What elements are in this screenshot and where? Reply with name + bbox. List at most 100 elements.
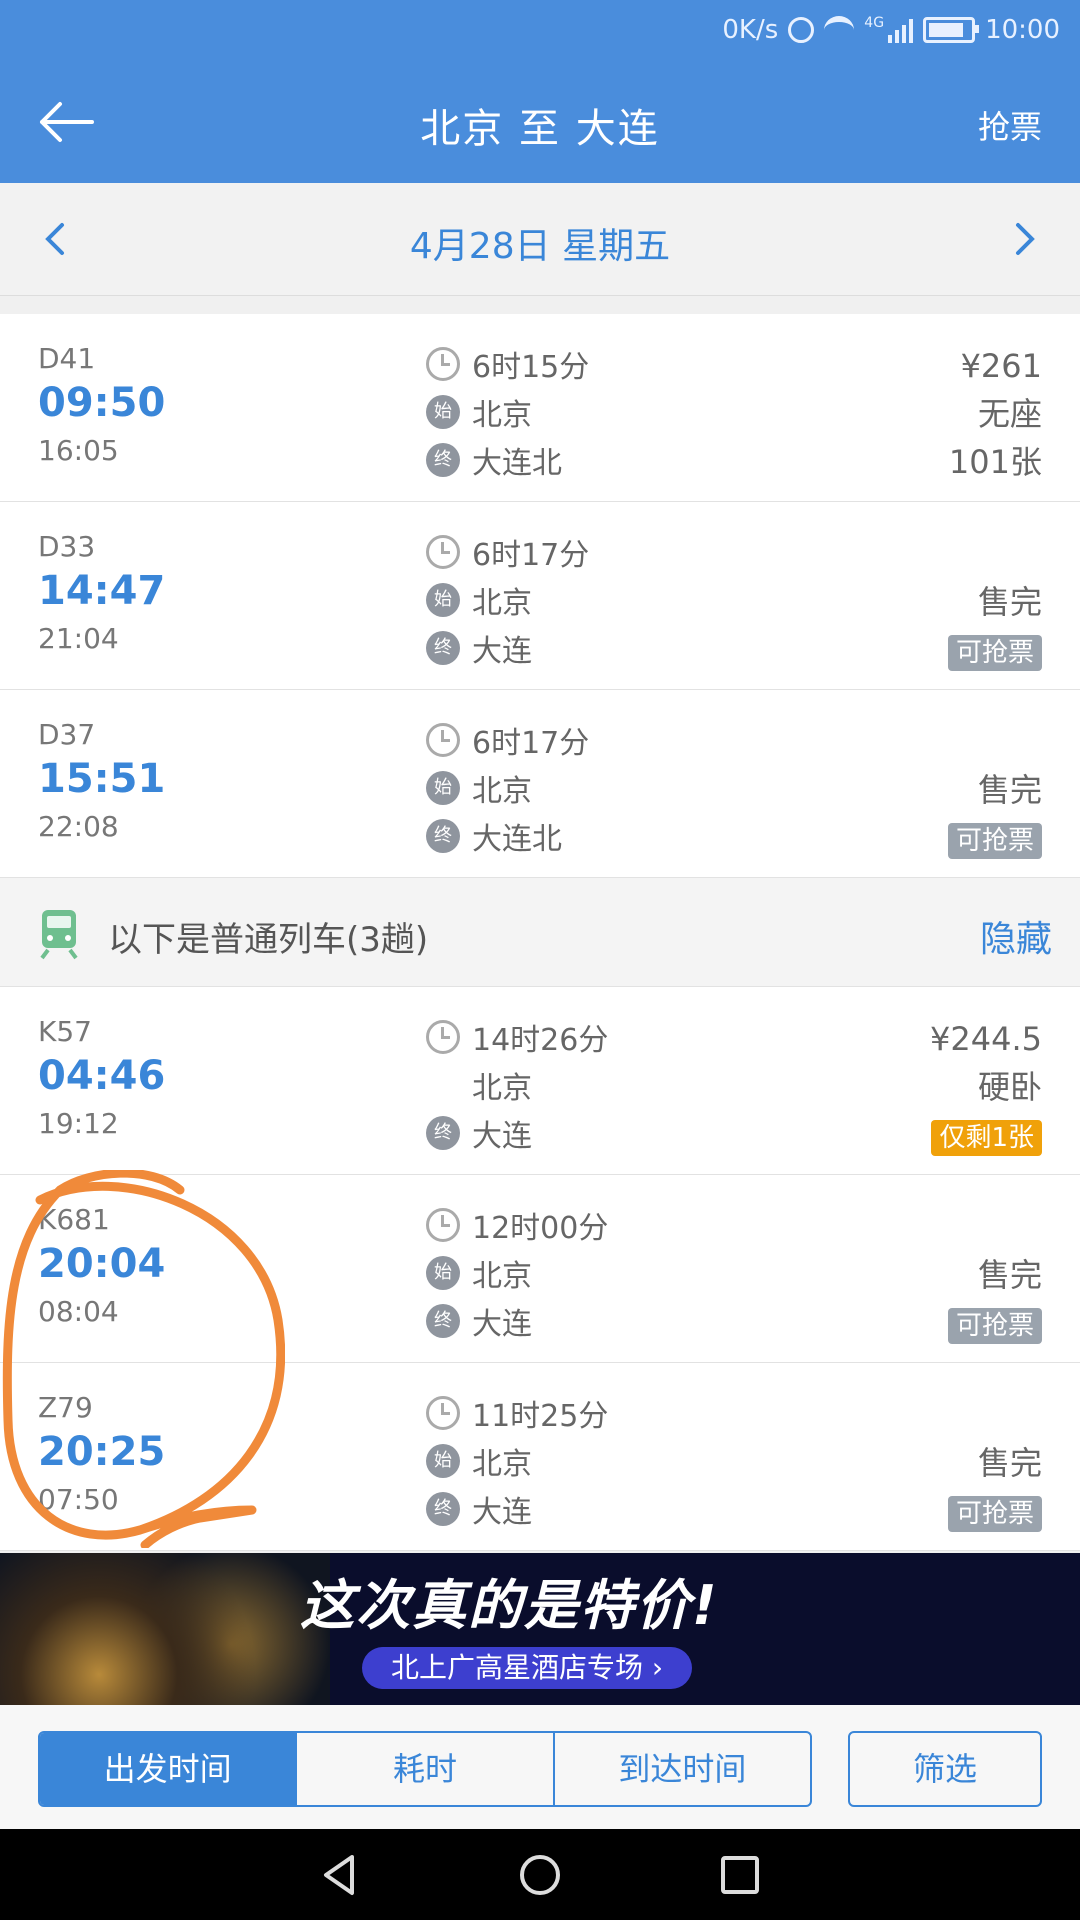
train-number: D37: [38, 718, 96, 751]
selected-date[interactable]: 4月28日 星期五: [0, 217, 1080, 269]
start-station-icon: 始: [426, 1444, 460, 1478]
train-list: D41 09:50 16:05 6时15分 始北京 终大连北 ¥261 无座 1…: [0, 314, 1080, 1551]
train-row[interactable]: K681 20:04 08:04 12时00分 始北京 终大连 售完 可抢票: [0, 1175, 1080, 1363]
sort-arrive-time-tab[interactable]: 到达时间: [555, 1733, 810, 1805]
seat-type: 无座: [977, 395, 1042, 433]
from-station: 北京: [472, 1259, 532, 1294]
depart-time: 04:46: [38, 1053, 166, 1099]
promo-subtitle-button[interactable]: 北上广高星酒店专场 ›: [362, 1647, 692, 1689]
from-station: 北京: [472, 1447, 532, 1482]
ticket-count: 101张: [948, 443, 1042, 481]
seat-type: 硬卧: [977, 1068, 1042, 1106]
grab-ticket-tag[interactable]: 可抢票: [947, 635, 1042, 671]
grab-ticket-tag[interactable]: 可抢票: [947, 1496, 1042, 1532]
regular-trains-header: 以下是普通列车(3趟) 隐藏: [0, 878, 1080, 987]
grab-ticket-tag[interactable]: 可抢票: [947, 1308, 1042, 1344]
seat-status: 售完: [977, 771, 1042, 809]
filter-button[interactable]: 筛选: [848, 1731, 1042, 1807]
from-station: 北京: [472, 586, 532, 621]
duration: 12时00分: [472, 1211, 609, 1246]
arrive-time: 21:04: [38, 622, 119, 655]
price: ¥244.5: [930, 1020, 1042, 1058]
train-number: K681: [38, 1203, 110, 1236]
duration: 6时17分: [472, 726, 590, 761]
train-row[interactable]: D37 15:51 22:08 6时17分 始北京 终大连北 售完 可抢票: [0, 690, 1080, 878]
train-number: D33: [38, 530, 96, 563]
regular-trains-label: 以下是普通列车(3趟): [108, 920, 429, 960]
train-number: K57: [38, 1015, 92, 1048]
date-bar: 4月28日 星期五: [0, 183, 1080, 296]
status-bar: 0K/s 4G 10:00: [722, 12, 1060, 48]
end-station-icon: 终: [426, 1116, 460, 1150]
train-number: D41: [38, 342, 96, 375]
net-speed: 0K/s: [722, 15, 779, 45]
start-station-icon: 始: [426, 1256, 460, 1290]
sort-duration-tab[interactable]: 耗时: [297, 1733, 555, 1805]
sort-segmented-control: 出发时间 耗时 到达时间: [38, 1731, 812, 1807]
train-icon: [40, 910, 78, 960]
wifi-icon: [824, 16, 855, 44]
clock-icon: [426, 723, 460, 757]
train-number: Z79: [38, 1391, 93, 1424]
duration: 6时17分: [472, 538, 590, 573]
back-triangle-icon[interactable]: [318, 1853, 362, 1897]
to-station: 大连: [472, 634, 532, 669]
train-row[interactable]: Z79 20:25 07:50 11时25分 始北京 终大连 售完 可抢票: [0, 1363, 1080, 1551]
remaining-tag: 仅剩1张: [931, 1120, 1042, 1156]
city-night-image: [0, 1553, 330, 1705]
start-station-icon: 始: [426, 583, 460, 617]
arrive-time: 07:50: [38, 1483, 119, 1516]
route-title: 北京 至 大连: [420, 106, 660, 152]
depart-time: 15:51: [38, 756, 166, 802]
alarm-icon: [788, 17, 815, 43]
depart-time: 09:50: [38, 380, 166, 426]
end-station-icon: 终: [426, 1304, 460, 1338]
end-station-icon: 终: [426, 443, 460, 477]
seat-status: 售完: [977, 1256, 1042, 1294]
arrive-time: 19:12: [38, 1107, 119, 1140]
home-circle-icon[interactable]: [518, 1853, 562, 1897]
seat-status: 售完: [977, 1444, 1042, 1482]
from-station: 北京: [472, 774, 532, 809]
promo-headline: 这次真的是特价!: [300, 1574, 719, 1637]
to-station: 大连北: [472, 446, 562, 481]
from-station: 北京: [472, 398, 532, 433]
price: ¥261: [960, 347, 1042, 385]
train-row[interactable]: D41 09:50 16:05 6时15分 始北京 终大连北 ¥261 无座 1…: [0, 314, 1080, 502]
to-station: 大连: [472, 1307, 532, 1342]
network-type: 4G: [864, 15, 885, 31]
duration: 6时15分: [472, 350, 590, 385]
clock-icon: [426, 1020, 460, 1054]
grab-ticket-button[interactable]: 抢票: [978, 102, 1042, 148]
from-station: 北京: [472, 1071, 532, 1106]
to-station: 大连: [472, 1119, 532, 1154]
app-header: 0K/s 4G 10:00 北京 至 大连 抢票: [0, 0, 1080, 183]
recents-square-icon[interactable]: [718, 1853, 762, 1897]
clock-icon: [426, 1396, 460, 1430]
depart-time: 14:47: [38, 568, 166, 614]
end-station-icon: 终: [426, 819, 460, 853]
grab-ticket-tag[interactable]: 可抢票: [947, 823, 1042, 859]
clock-icon: [426, 535, 460, 569]
train-row[interactable]: K57 04:46 19:12 14时26分 北京 终大连 ¥244.5 硬卧 …: [0, 987, 1080, 1175]
train-row[interactable]: D33 14:47 21:04 6时17分 始北京 终大连 售完 可抢票: [0, 502, 1080, 690]
system-nav-bar: [0, 1829, 1080, 1920]
promo-banner[interactable]: 这次真的是特价! 北上广高星酒店专场 ›: [0, 1553, 1080, 1705]
duration: 14时26分: [472, 1023, 609, 1058]
signal-icon: [888, 17, 914, 43]
duration: 11时25分: [472, 1399, 609, 1434]
battery-icon: [923, 17, 980, 43]
clock-icon: [426, 347, 460, 381]
seat-status: 售完: [977, 583, 1042, 621]
sort-bar: 出发时间 耗时 到达时间 筛选: [0, 1705, 1080, 1829]
arrive-time: 08:04: [38, 1295, 119, 1328]
depart-time: 20:25: [38, 1429, 166, 1475]
sort-depart-time-tab[interactable]: 出发时间: [40, 1733, 298, 1805]
clock-time: 10:00: [985, 15, 1060, 45]
hide-button[interactable]: 隐藏: [980, 910, 1052, 962]
to-station: 大连北: [472, 822, 562, 857]
depart-time: 20:04: [38, 1241, 166, 1287]
end-station-icon: 终: [426, 631, 460, 665]
next-day-chevron-icon[interactable]: [1004, 219, 1044, 259]
arrive-time: 22:08: [38, 810, 119, 843]
